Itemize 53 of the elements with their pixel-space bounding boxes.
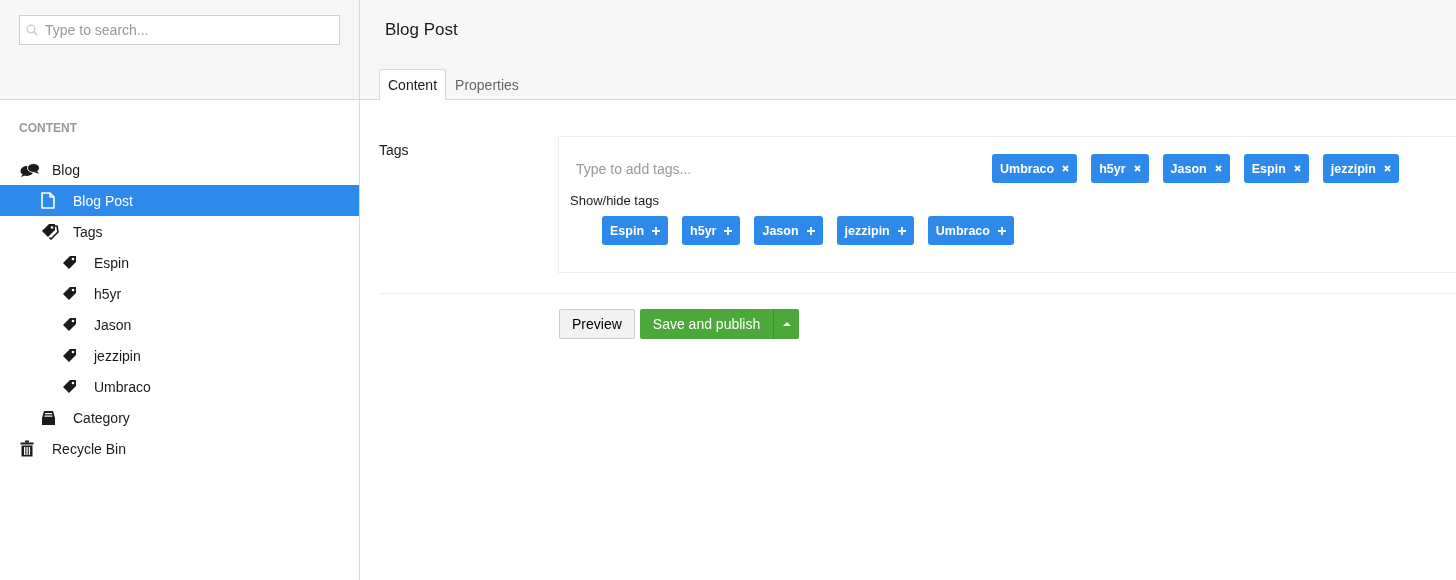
property-label: Tags [379, 142, 409, 158]
preview-button[interactable]: Preview [559, 309, 635, 339]
tree-item[interactable]: Category [0, 402, 359, 433]
remove-icon [1214, 165, 1222, 172]
tag-icon [62, 317, 77, 332]
search-icon [26, 24, 38, 36]
dropdown-button[interactable] [773, 309, 800, 339]
tags-icon [41, 223, 59, 240]
tag-input[interactable]: Type to add tags... [570, 160, 992, 177]
tag-icon [62, 348, 77, 363]
remove-icon [1383, 165, 1391, 172]
remove-icon [1293, 165, 1301, 172]
trash-icon [20, 440, 34, 457]
tree-item[interactable]: Jason [0, 309, 359, 340]
add-tag-button[interactable]: jezzipin [836, 216, 914, 245]
plus-icon [997, 226, 1006, 235]
tree-item[interactable]: h5yr [0, 278, 359, 309]
remove-icon [1133, 165, 1141, 172]
plus-icon [652, 226, 661, 235]
tab[interactable]: Content [379, 69, 447, 100]
section-title: CONTENT [18, 120, 78, 137]
add-tag-button[interactable]: h5yr [682, 216, 741, 245]
tree-item[interactable]: Recycle Bin [0, 433, 359, 464]
tree-item[interactable]: Umbraco [0, 371, 359, 402]
tag-icon [62, 286, 77, 301]
tag-chip[interactable]: Jason [1162, 154, 1230, 183]
tag-chip[interactable]: jezzipin [1322, 154, 1399, 183]
tab[interactable]: Properties [446, 69, 528, 100]
tree-item[interactable]: jezzipin [0, 340, 359, 371]
plus-icon [897, 226, 906, 235]
remove-icon [1062, 165, 1070, 172]
tree-item[interactable]: Blog [0, 154, 359, 185]
plus-icon [806, 226, 815, 235]
show-hide-link[interactable]: Show/hide tags [570, 193, 659, 208]
document-icon [41, 192, 55, 209]
add-tag-button[interactable]: Espin [602, 216, 669, 245]
caret-icon [782, 322, 791, 326]
tag-icon [62, 379, 77, 394]
add-tag-button[interactable]: Umbraco [927, 216, 1014, 245]
plus-icon [724, 226, 733, 235]
save-and-publish-button[interactable]: Save and publish [639, 309, 774, 339]
search-field[interactable]: Type to search... [19, 15, 340, 45]
speech-bubbles-icon [20, 162, 40, 177]
add-tag-button[interactable]: Jason [754, 216, 823, 245]
tree-item[interactable]: Blog Post [0, 185, 359, 216]
tag-chip[interactable]: Umbraco [992, 154, 1078, 183]
tag-chip[interactable]: h5yr [1091, 154, 1149, 183]
tree-item[interactable]: Espin [0, 247, 359, 278]
tag-chip[interactable]: Espin [1243, 154, 1309, 183]
tag-icon [62, 255, 77, 270]
inbox-tray-icon [41, 409, 56, 426]
tree-item[interactable]: Tags [0, 216, 359, 247]
page-title: Blog Post [385, 20, 458, 39]
